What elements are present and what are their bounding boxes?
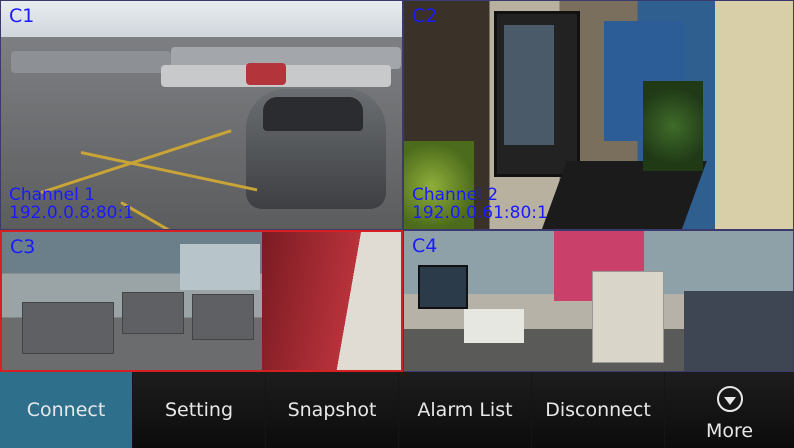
alarm-list-button[interactable]: Alarm List: [399, 372, 532, 448]
channel-name: Channel 1: [9, 184, 96, 205]
camera-cell-c4[interactable]: C4: [403, 230, 794, 372]
channel-address: 192.0.0.8:80:1: [9, 203, 135, 224]
chevron-down-circle-icon: [716, 386, 743, 412]
camera-label: C3: [10, 236, 36, 258]
camera-label: C2: [412, 5, 438, 27]
more-label: More: [705, 420, 754, 442]
camera-cell-c1[interactable]: C1 Channel 1 192.0.0.8:80:1: [0, 0, 403, 230]
camera-cell-c3[interactable]: C3: [0, 230, 403, 372]
channel-info: Channel 2 192.0.0.61:80:1: [412, 184, 548, 224]
disconnect-button[interactable]: Disconnect: [532, 372, 665, 448]
camera-feed-cubicles: [2, 232, 401, 370]
channel-name: Channel 2: [412, 184, 499, 205]
bottom-toolbar: Connect Setting Snapshot Alarm List Disc…: [0, 372, 794, 448]
snapshot-button[interactable]: Snapshot: [266, 372, 399, 448]
setting-button[interactable]: Setting: [133, 372, 266, 448]
camera-label: C4: [412, 235, 438, 257]
channel-info: Channel 1 192.0.0.8:80:1: [9, 184, 135, 224]
camera-feed-office-room: [404, 231, 793, 371]
more-button[interactable]: More: [665, 372, 794, 448]
channel-address: 192.0.0.61:80:1: [412, 203, 548, 224]
camera-grid: C1 Channel 1 192.0.0.8:80:1 C2 Channel 2…: [0, 0, 794, 372]
camera-cell-c2[interactable]: C2 Channel 2 192.0.0.61:80:1: [403, 0, 794, 230]
camera-label: C1: [9, 5, 35, 27]
connect-button[interactable]: Connect: [0, 372, 133, 448]
